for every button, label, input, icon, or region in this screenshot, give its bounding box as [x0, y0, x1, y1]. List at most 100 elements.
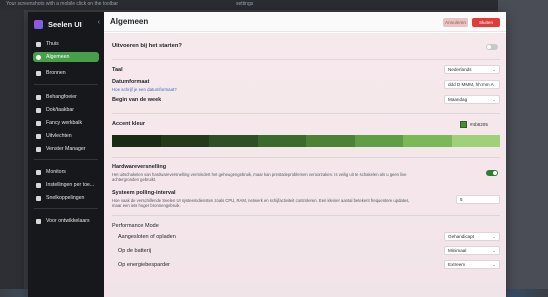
desktop-top-bar: Your screenshots with a mobile click on …: [0, 0, 548, 10]
date-format-input[interactable]: ddd D MMM, hh:mm A: [444, 80, 500, 89]
resources-icon: [36, 70, 41, 76]
window-manager-icon: [36, 146, 41, 152]
main-panel: Algemeen Annuleren Sluiten Uitvoeren bij…: [104, 12, 506, 297]
week-start-value: Maandag: [448, 97, 468, 102]
sidebar-divider: [34, 159, 98, 160]
sidebar-divider: [34, 84, 98, 85]
sidebar-item-label: Venster Manager: [46, 146, 86, 152]
palette-swatch[interactable]: [403, 135, 452, 147]
week-start-select[interactable]: Maandag ⌄: [444, 95, 500, 104]
chevron-down-icon: ⌄: [492, 97, 496, 102]
settings-content: Uitvoeren bij het starten? Taal Nederlan…: [104, 33, 506, 297]
sidebar-header: Seelen UI ‹: [34, 18, 100, 30]
home-icon: [36, 41, 41, 47]
sidebar-item-label: Fancy werkbalk: [46, 120, 83, 126]
desktop-left-area: [0, 0, 24, 297]
perf-battery-value: Minimaal: [448, 248, 467, 253]
sidebar-item-label: Snelkoppelingen: [46, 195, 85, 201]
sidebar-item-label: Algemeen: [46, 54, 70, 60]
sidebar-item-developers[interactable]: Voor ontwikkelaars: [33, 216, 99, 226]
app-logo-icon: [34, 19, 43, 29]
sidebar-item-label: Behangfoeier: [46, 94, 77, 100]
settings-window: Seelen UI ‹ Thuis Algemeen Bronnen Behan…: [28, 12, 506, 297]
date-format-help-link[interactable]: Hoe schrijf je een datumformaat?: [112, 87, 177, 92]
palette-swatch[interactable]: [354, 135, 403, 147]
perf-battery-label: Op de batterij: [118, 248, 152, 254]
accent-palette: [112, 135, 500, 147]
app-settings-icon: [36, 182, 41, 188]
sidebar-item-label: Bronnen: [46, 70, 66, 76]
sidebar-item-wallpaper[interactable]: Behangfoeier: [33, 92, 99, 102]
sidebar-divider: [34, 208, 98, 209]
sidebar: Seelen UI ‹ Thuis Algemeen Bronnen Behan…: [28, 12, 104, 297]
palette-swatch[interactable]: [257, 135, 306, 147]
chevron-down-icon: ⌄: [492, 262, 496, 267]
accent-color-label: Accent kleur: [112, 121, 146, 127]
accent-color-hex: #4b8205: [470, 122, 488, 127]
accent-color-swatch[interactable]: [460, 121, 467, 128]
sidebar-item-label: Dok/taakbar: [46, 107, 74, 113]
perf-battery-select[interactable]: Minimaal ⌄: [444, 246, 500, 255]
sidebar-item-app-settings[interactable]: Instellingen per toe...: [33, 180, 99, 190]
sidebar-item-label: Voor ontwikkelaars: [46, 218, 90, 224]
section-divider: [112, 215, 500, 216]
palette-swatch[interactable]: [112, 135, 161, 147]
section-divider: [112, 157, 500, 158]
page-title: Algemeen: [110, 17, 149, 26]
hw-accel-label: Hardwareversnelling: [112, 164, 167, 170]
palette-swatch[interactable]: [306, 135, 355, 147]
shortcuts-icon: [36, 195, 41, 201]
monitor-icon: [36, 169, 41, 175]
perf-plugged-select[interactable]: Gehandicapt ⌄: [444, 232, 500, 241]
collapse-sidebar-icon[interactable]: ‹: [98, 19, 100, 26]
perf-energy-saver-select[interactable]: Extreem ⌄: [444, 260, 500, 269]
sidebar-item-monitors[interactable]: Monitors: [33, 167, 99, 177]
sidebar-item-tiling[interactable]: Uitvlechten: [33, 131, 99, 141]
chevron-down-icon: ⌄: [492, 67, 496, 72]
chevron-down-icon: ⌄: [492, 248, 496, 253]
cancel-button[interactable]: Annuleren: [443, 18, 468, 27]
date-format-label: Datumformaat: [112, 79, 150, 85]
section-divider: [112, 59, 500, 60]
perf-energy-saver-value: Extreem: [448, 262, 466, 267]
language-label: Taal: [112, 67, 123, 73]
hw-accel-description: Het uitschakelen van hardwareversnelling…: [112, 172, 407, 183]
section-divider: [112, 113, 500, 114]
hw-accel-toggle[interactable]: [486, 170, 498, 176]
app-title: Seelen UI: [48, 19, 82, 29]
date-format-value: ddd D MMM, hh:mm A: [448, 82, 494, 87]
title-bar: Algemeen Annuleren Sluiten: [104, 12, 506, 32]
palette-swatch[interactable]: [209, 135, 258, 147]
sidebar-item-label: Monitors: [46, 169, 66, 175]
sidebar-item-general[interactable]: Algemeen: [33, 52, 99, 62]
polling-interval-description: Hoe vaak de verschillende Seelen UI syst…: [112, 198, 410, 209]
startup-label: Uitvoeren bij het starten?: [112, 43, 182, 49]
perf-plugged-value: Gehandicapt: [448, 234, 475, 239]
chevron-down-icon: ⌄: [492, 234, 496, 239]
dock-icon: [36, 107, 41, 113]
toolbar-icon: [36, 120, 41, 126]
sidebar-item-dock[interactable]: Dok/taakbar: [33, 105, 99, 115]
wallpaper-icon: [36, 94, 41, 100]
settings-circle-icon: [36, 54, 41, 60]
startup-toggle[interactable]: [486, 44, 498, 50]
sidebar-item-resources[interactable]: Bronnen: [33, 68, 99, 78]
polling-interval-input[interactable]: 5: [456, 195, 500, 204]
perf-energy-saver-label: Op energiebesparder: [118, 262, 170, 268]
palette-swatch[interactable]: [160, 135, 209, 147]
palette-swatch[interactable]: [451, 135, 500, 147]
sidebar-item-label: Instellingen per toe...: [46, 182, 95, 188]
sidebar-item-window-manager[interactable]: Venster Manager: [33, 144, 99, 154]
language-select[interactable]: Nederlands ⌄: [444, 65, 500, 74]
tiling-icon: [36, 133, 41, 139]
close-button[interactable]: Sluiten: [472, 18, 500, 27]
sidebar-item-shortcuts[interactable]: Snelkoppelingen: [33, 193, 99, 203]
sidebar-item-label: Uitvlechten: [46, 133, 72, 139]
polling-interval-label: Systeem polling-interval: [112, 190, 176, 196]
sidebar-item-fancy-toolbar[interactable]: Fancy werkbalk: [33, 118, 99, 128]
sidebar-item-label: Thuis: [46, 41, 59, 47]
perf-plugged-label: Aangesloten of opladen: [118, 234, 176, 240]
week-start-label: Begin van de week: [112, 97, 162, 103]
sidebar-item-home[interactable]: Thuis: [33, 39, 99, 49]
desktop-top-text-2: settings: [236, 1, 254, 7]
